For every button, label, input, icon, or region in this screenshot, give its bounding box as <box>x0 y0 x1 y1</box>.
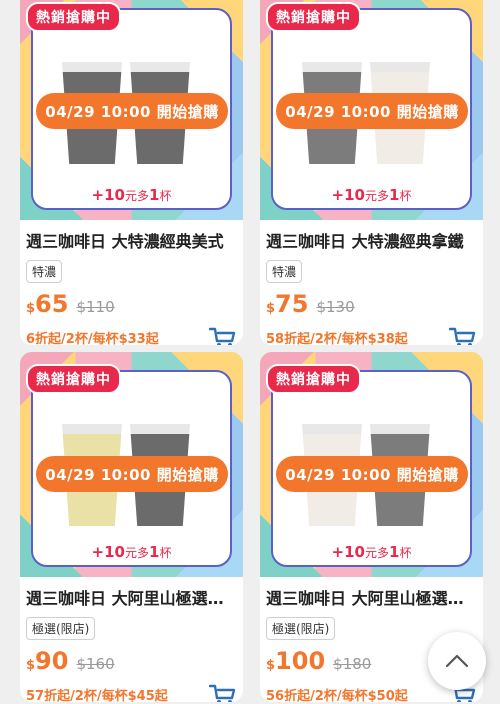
hot-sale-badge: 熱銷搶購中 <box>26 364 121 394</box>
product-image[interactable]: 熱銷搶購中 04/29 10:00 開始搶購 +10元多1杯 <box>260 0 483 220</box>
product-tag: 特濃 <box>266 260 303 283</box>
bonus-offer: +10元多1杯 <box>331 543 412 561</box>
sale-price: $100 <box>266 647 326 675</box>
sale-price: $75 <box>266 290 309 318</box>
product-name[interactable]: 週三咖啡日 大阿里山極選美式 <box>26 585 237 609</box>
bonus-offer: +10元多1杯 <box>91 543 172 561</box>
discount-note: 58折起/2杯/每杯$38起 <box>266 331 408 346</box>
discount-note: 57折起/2杯/每杯$45起 <box>26 688 168 703</box>
hot-sale-badge: 熱銷搶購中 <box>266 364 361 394</box>
discount-note: 6折起/2杯/每杯$33起 <box>26 331 159 346</box>
bonus-offer: +10元多1杯 <box>331 186 412 204</box>
product-name[interactable]: 週三咖啡日 大特濃經典拿鐵 <box>266 228 477 252</box>
sale-start-pill: 04/29 10:00 開始搶購 <box>276 456 468 492</box>
product-tag: 特濃 <box>26 260 63 283</box>
hot-sale-badge: 熱銷搶購中 <box>26 2 121 32</box>
product-card[interactable]: 熱銷搶購中 04/29 10:00 開始搶購 +10元多1杯 週三咖啡日 大阿里… <box>20 352 243 702</box>
product-name[interactable]: 週三咖啡日 大特濃經典美式 <box>26 228 237 252</box>
cart-icon[interactable] <box>209 326 237 345</box>
chevron-up-icon <box>445 654 469 668</box>
original-price: $180 <box>333 655 372 673</box>
product-image[interactable]: 熱銷搶購中 04/29 10:00 開始搶購 +10元多1杯 <box>260 352 483 577</box>
hot-sale-badge: 熱銷搶購中 <box>266 2 361 32</box>
product-tag: 極選(限店) <box>266 617 336 640</box>
product-image[interactable]: 熱銷搶購中 04/29 10:00 開始搶購 +10元多1杯 <box>20 352 243 577</box>
sale-start-pill: 04/29 10:00 開始搶購 <box>36 456 228 492</box>
sale-price: $65 <box>26 290 69 318</box>
product-name[interactable]: 週三咖啡日 大阿里山極選拿鐵 <box>266 585 477 609</box>
scroll-to-top-button[interactable] <box>428 632 486 690</box>
cart-icon[interactable] <box>449 326 477 345</box>
product-grid: 熱銷搶購中 04/29 10:00 開始搶購 +10元多1杯 週三咖啡日 大特濃… <box>0 0 500 704</box>
original-price: $130 <box>316 298 355 316</box>
product-card[interactable]: 熱銷搶購中 04/29 10:00 開始搶購 +10元多1杯 週三咖啡日 大特濃… <box>260 0 483 345</box>
product-card[interactable]: 熱銷搶購中 04/29 10:00 開始搶購 +10元多1杯 週三咖啡日 大特濃… <box>20 0 243 345</box>
bonus-offer: +10元多1杯 <box>91 186 172 204</box>
cart-icon[interactable] <box>209 683 237 702</box>
sale-start-pill: 04/29 10:00 開始搶購 <box>36 93 228 129</box>
original-price: $110 <box>76 298 115 316</box>
original-price: $160 <box>76 655 115 673</box>
product-image[interactable]: 熱銷搶購中 04/29 10:00 開始搶購 +10元多1杯 <box>20 0 243 220</box>
discount-note: 56折起/2杯/每杯$50起 <box>266 688 408 703</box>
sale-price: $90 <box>26 647 69 675</box>
product-tag: 極選(限店) <box>26 617 96 640</box>
sale-start-pill: 04/29 10:00 開始搶購 <box>276 93 468 129</box>
